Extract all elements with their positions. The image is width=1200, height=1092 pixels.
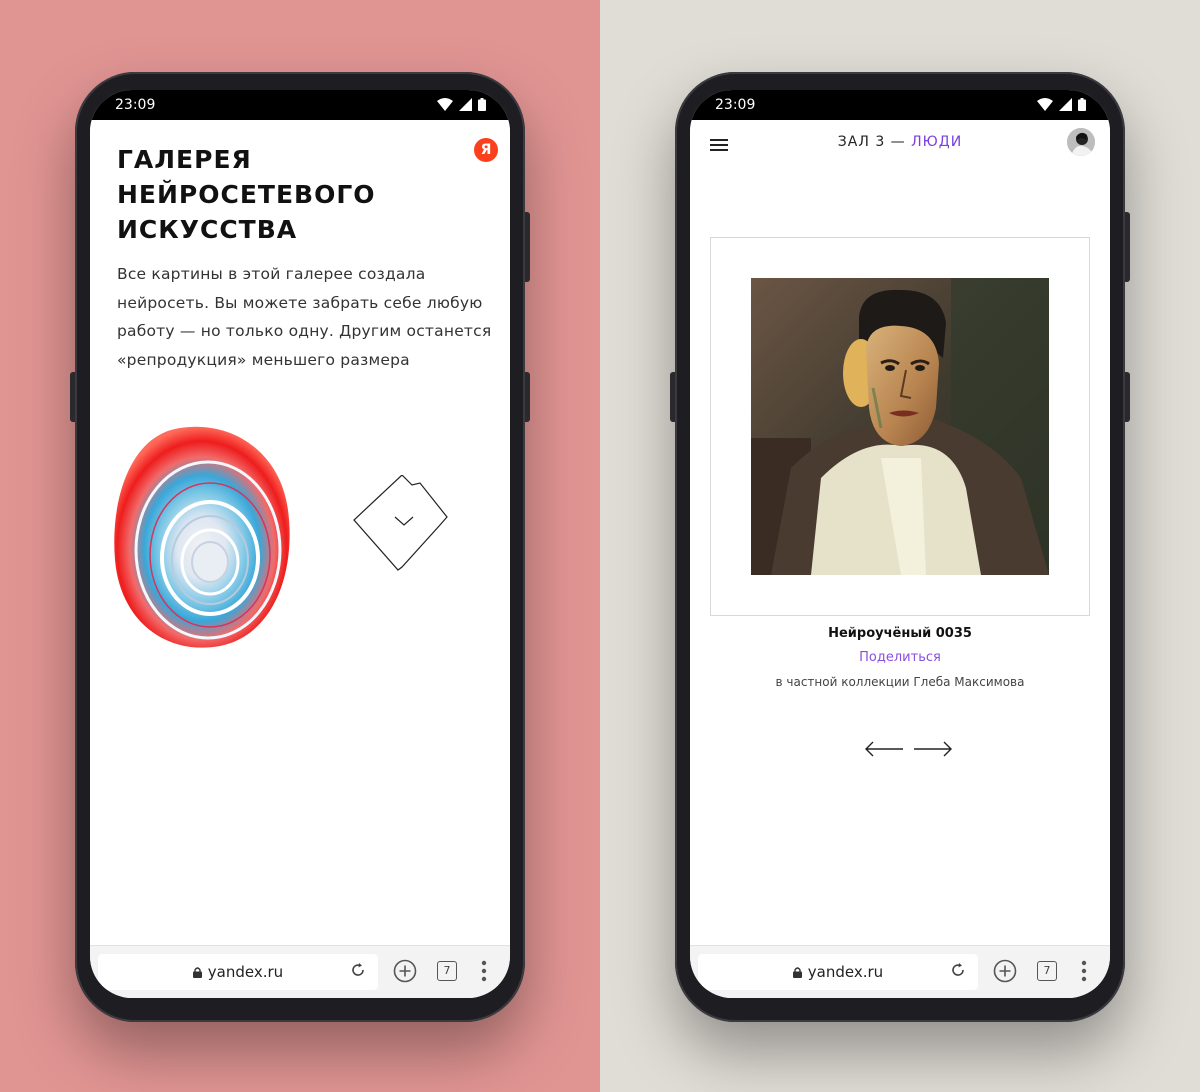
volume-button: [1125, 372, 1130, 422]
avatar[interactable]: [1067, 128, 1095, 156]
new-tab-plus-icon[interactable]: [993, 959, 1017, 983]
title-line: ИСКУССТВА: [117, 215, 298, 244]
yandex-logo[interactable]: Я: [474, 138, 498, 162]
right-phone: 23:09 ЗАЛ 3 — ЛЮДИ Нейроучёный 0035 Поде…: [670, 72, 1130, 1022]
right-screen: 23:09 ЗАЛ 3 — ЛЮДИ Нейроучёный 0035 Поде…: [690, 90, 1110, 998]
new-tab-plus-icon[interactable]: [393, 959, 417, 983]
browser-toolbar: yandex.ru 7: [90, 945, 510, 998]
status-time: 23:09: [115, 97, 156, 113]
hall-label: ЗАЛ 3 —: [837, 134, 912, 150]
url-text: yandex.ru: [807, 963, 884, 981]
artwork-painting[interactable]: [751, 278, 1049, 575]
title-line: ГАЛЕРЕЯ: [117, 145, 252, 174]
page-title: ГАЛЕРЕЯ НЕЙРОСЕТЕВОГО ИСКУССТВА: [117, 142, 447, 247]
intro-text: Все картины в этой галерее создала нейро…: [117, 265, 492, 369]
collection-note: в частной коллекции Глеба Максимова: [775, 675, 1025, 689]
artwork-title: Нейроучёный 0035: [828, 626, 972, 641]
hall-title: ЗАЛ 3 — ЛЮДИ: [690, 134, 1110, 150]
volume-button: [525, 372, 530, 422]
hall-name-link[interactable]: ЛЮДИ: [911, 134, 962, 150]
more-menu-icon[interactable]: [1081, 960, 1087, 982]
more-menu-icon[interactable]: [481, 960, 487, 982]
artwork-page: ЗАЛ 3 — ЛЮДИ Нейроучёный 0035 Поделиться…: [690, 120, 1110, 946]
power-button: [525, 212, 530, 282]
status-bar: 23:09: [690, 90, 1110, 120]
power-button: [1125, 212, 1130, 282]
arrow-left-icon[interactable]: [863, 738, 905, 760]
battery-icon: [1078, 98, 1086, 111]
url-text: yandex.ru: [207, 963, 284, 981]
left-screen: 23:09 Я ГАЛЕРЕЯ НЕЙРОСЕТЕВОГО ИСКУССТВА …: [90, 90, 510, 998]
address-bar[interactable]: yandex.ru: [98, 954, 378, 990]
arrow-right-icon[interactable]: [912, 738, 954, 760]
status-bar: 23:09: [90, 90, 510, 120]
wifi-icon: [1037, 98, 1053, 111]
signal-icon: [459, 98, 472, 111]
gallery-intro-page: Я ГАЛЕРЕЯ НЕЙРОСЕТЕВОГО ИСКУССТВА Все ка…: [90, 120, 510, 946]
neural-art-blob[interactable]: [110, 420, 295, 650]
left-phone: 23:09 Я ГАЛЕРЕЯ НЕЙРОСЕТЕВОГО ИСКУССТВА …: [70, 72, 530, 1022]
side-button: [70, 372, 75, 422]
side-button: [670, 372, 675, 422]
page-header: ЗАЛ 3 — ЛЮДИ: [690, 120, 1110, 170]
browser-toolbar: yandex.ru 7: [690, 945, 1110, 998]
reload-icon[interactable]: [950, 962, 966, 978]
reload-icon[interactable]: [350, 962, 366, 978]
wifi-icon: [437, 98, 453, 111]
share-link[interactable]: Поделиться: [690, 650, 1110, 665]
status-time: 23:09: [715, 97, 756, 113]
address-bar[interactable]: yandex.ru: [698, 954, 978, 990]
battery-icon: [478, 98, 486, 111]
tabs-count-button[interactable]: 7: [437, 961, 457, 981]
artwork-frame: [710, 237, 1090, 616]
scroll-down-icon[interactable]: [352, 475, 452, 575]
signal-icon: [1059, 98, 1072, 111]
lock-icon: [792, 967, 802, 978]
lock-icon: [192, 967, 202, 978]
title-line: НЕЙРОСЕТЕВОГО: [117, 180, 376, 209]
tabs-count-button[interactable]: 7: [1037, 961, 1057, 981]
